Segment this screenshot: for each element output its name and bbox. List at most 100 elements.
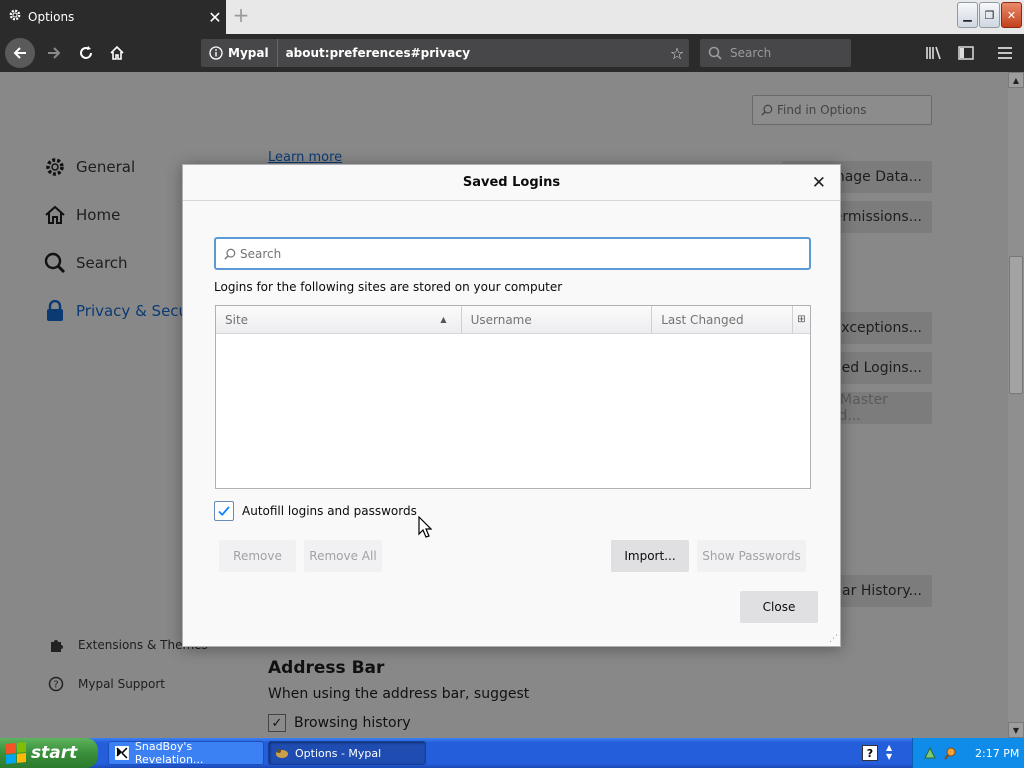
task-label: SnadBoy's Revelation... [134,740,204,766]
start-label: start [31,743,78,763]
category-label: General [76,158,136,176]
column-site[interactable]: Site ▲ [216,306,462,333]
forward-arrow-icon [48,47,61,59]
page-scrollbar[interactable]: ▲ ▼ [1008,72,1024,738]
task-label: Options - Mypal [295,746,382,760]
mouse-cursor-icon [418,516,432,538]
category-label: Home [76,206,121,224]
scroll-thumb[interactable] [1009,256,1023,394]
column-last-changed[interactable]: Last Changed [652,306,794,333]
learn-more-link[interactable]: Learn more [268,150,342,165]
find-placeholder: Find in Options [777,103,867,117]
show-passwords-button[interactable]: Show Passwords [697,540,806,572]
tab-options[interactable]: Options ✕ [0,0,226,34]
saved-logins-dialog: Saved Logins ✕ Logins for the following … [182,164,841,647]
browsing-history-checkbox[interactable]: ✓ Browsing history [268,714,411,732]
clock: 2:17 PM [975,746,1020,760]
search-icon [708,46,722,60]
import-button[interactable]: Import... [611,540,689,572]
home-icon [45,205,65,224]
taskbar-item-snadboy[interactable]: SnadBoy's Revelation... [108,740,264,766]
address-bar-heading: Address Bar [268,658,385,678]
minimize-button[interactable]: ▁ [957,2,978,28]
close-button[interactable]: Close [740,591,818,623]
remove-button[interactable]: Remove [219,540,296,572]
mypal-icon [276,749,288,758]
forward-button[interactable] [40,39,68,67]
column-picker-icon[interactable]: ⊞ [793,306,810,333]
identity-label: Mypal [228,46,269,60]
tab-title: Options [28,10,75,24]
url-bar[interactable]: Mypal about:preferences#privacy ☆ [201,39,689,67]
checkmark-icon [218,506,230,517]
library-button[interactable] [923,42,945,64]
search-bar[interactable]: Search [700,39,851,67]
logins-search-input[interactable] [240,246,780,261]
scroll-down-icon[interactable]: ▼ [1008,722,1024,738]
search-tray-icon[interactable] [943,746,957,760]
search-icon [44,252,66,274]
search-placeholder: Search [730,46,772,60]
back-arrow-icon [13,47,26,59]
taskbar: start SnadBoy's Revelation... Options - … [0,738,1024,768]
url-text[interactable]: about:preferences#privacy [286,46,665,60]
sidebar-button[interactable] [955,42,977,64]
column-username[interactable]: Username [462,306,653,333]
category-home[interactable]: Home [44,204,120,226]
search-icon [224,248,236,260]
autofill-checkbox[interactable] [214,501,234,521]
category-general[interactable]: General [44,156,135,178]
bookmark-star-icon[interactable]: ☆ [665,44,689,63]
system-tray: 2:17 PM [912,738,1024,768]
tab-close-icon[interactable]: ✕ [204,8,226,27]
window-close-button[interactable]: ✕ [1001,2,1022,28]
column-username-label: Username [470,312,532,327]
lock-icon [47,300,63,321]
help-tray-icon[interactable]: ? [862,745,878,761]
app-icon [115,746,129,760]
autofill-label: Autofill logins and passwords [242,504,417,518]
logins-description: Logins for the following sites are store… [214,280,563,294]
checkmark-icon: ✓ [268,714,286,732]
start-button[interactable]: start [0,738,98,768]
dialog-title: Saved Logins [462,175,561,190]
dialog-header: Saved Logins ✕ [183,165,840,201]
network-icon[interactable] [923,746,937,760]
home-button[interactable] [103,39,131,67]
address-bar-description: When using the address bar, suggest [268,686,530,702]
back-button[interactable] [5,38,35,68]
info-icon [209,46,223,60]
resize-grip-icon[interactable]: ⋰ [829,634,838,644]
support-link[interactable]: ? Mypal Support [48,676,165,692]
tab-strip: Options ✕ + ▁ ❐ ✕ [0,0,1024,34]
dialog-close-icon[interactable]: ✕ [812,173,826,193]
taskbar-item-mypal[interactable]: Options - Mypal [268,741,426,765]
reload-button[interactable] [72,39,100,67]
sidebar-icon [958,46,974,60]
navigation-toolbar: Mypal about:preferences#privacy ☆ Search [0,34,1024,72]
logins-search-field[interactable] [214,237,811,270]
hamburger-icon [998,47,1012,59]
restore-button[interactable]: ❐ [979,2,1000,28]
tray-chevron-icon[interactable]: ▲ ▼ [886,743,892,761]
menu-button[interactable] [994,42,1016,64]
remove-all-button[interactable]: Remove All [304,540,382,572]
category-search[interactable]: Search [44,252,128,274]
support-label: Mypal Support [78,677,166,691]
column-site-label: Site [225,312,249,327]
logins-table-header: Site ▲ Username Last Changed ⊞ [216,306,810,334]
windows-flag-icon [6,741,26,765]
scroll-up-icon[interactable]: ▲ [1008,72,1024,88]
new-tab-button[interactable]: + [230,5,252,27]
column-last-changed-label: Last Changed [661,312,744,327]
puzzle-icon [51,640,63,652]
logins-table[interactable]: Site ▲ Username Last Changed ⊞ [215,305,811,489]
help-icon: ? [48,676,64,692]
find-in-options-input[interactable]: Find in Options [752,95,932,125]
search-icon [761,104,773,116]
site-identity[interactable]: Mypal [201,39,278,67]
autofill-checkbox-row[interactable]: Autofill logins and passwords [214,501,417,521]
gear-icon [46,158,64,176]
browsing-history-label: Browsing history [294,715,411,731]
svg-text:?: ? [53,680,58,691]
